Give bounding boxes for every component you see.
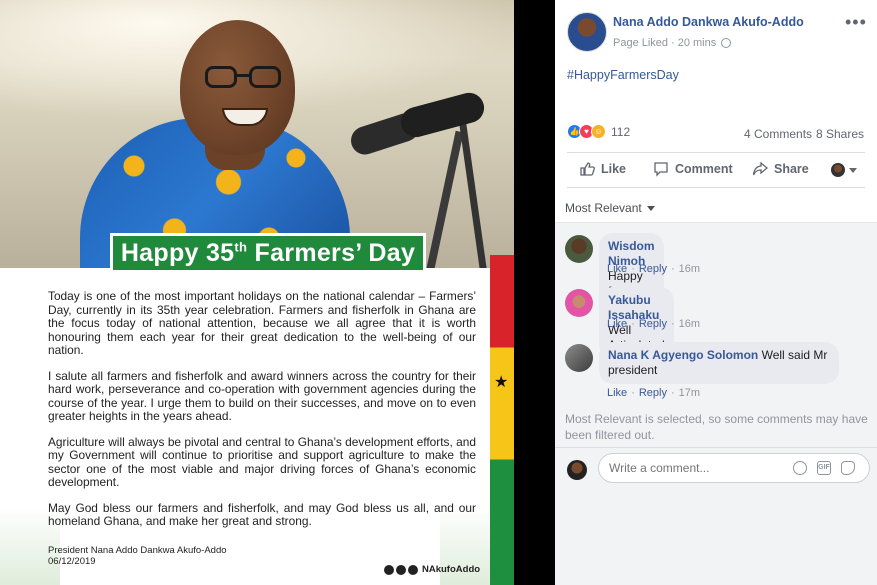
microphone-stand <box>458 120 489 268</box>
glasses-bridge <box>236 74 250 77</box>
comment-like-link[interactable]: Like <box>607 318 627 330</box>
filter-notice: Most Relevant is selected, so some comme… <box>565 412 868 442</box>
comment-bubble: Nana K Agyengo Solomon Well said Mr pres… <box>599 342 839 384</box>
dot-separator: · <box>631 263 635 275</box>
twitter-icon <box>396 564 406 575</box>
page-name-link[interactable]: Nana Addo Dankwa Akufo-Addo <box>613 15 804 29</box>
dot-separator: · <box>631 387 635 399</box>
emoji-icon[interactable] <box>793 461 807 475</box>
statement-paragraph: Today is one of the most important holid… <box>48 289 476 357</box>
gif-icon[interactable]: GIF <box>817 461 831 475</box>
viewer-avatar <box>567 460 587 480</box>
president-photo <box>0 0 514 268</box>
comment-reply-link[interactable]: Reply <box>639 318 667 330</box>
comment-icon <box>654 162 668 177</box>
comment-composer: GIF <box>555 447 877 491</box>
reactions-summary[interactable]: 👍 ♥ ☺ 112 <box>567 124 630 139</box>
comment-reply-link[interactable]: Reply <box>639 387 667 399</box>
comment-label: Comment <box>675 162 733 176</box>
commenter-avatar[interactable] <box>565 289 593 317</box>
page-liked-label[interactable]: Page Liked <box>613 37 668 49</box>
shares-count-link[interactable]: 8 Shares <box>816 127 864 141</box>
dot-separator: · <box>631 318 635 330</box>
comment-like-link[interactable]: Like <box>607 387 627 399</box>
chevron-down-icon <box>849 167 857 173</box>
comment-reply-link[interactable]: Reply <box>639 263 667 275</box>
statement-paragraph: I salute all farmers and fisherfolk and … <box>48 368 476 423</box>
comment-time[interactable]: 16m <box>679 263 700 275</box>
signature-date: 06/12/2019 <box>48 556 96 567</box>
ghana-flag-stripe <box>490 255 514 585</box>
comment-time[interactable]: 16m <box>679 318 700 330</box>
haha-reaction-icon: ☺ <box>591 124 606 139</box>
more-options-button[interactable]: ••• <box>845 12 867 33</box>
share-arrow-icon <box>752 161 768 176</box>
globe-icon <box>721 38 732 48</box>
comment-as-selector[interactable] <box>831 163 857 177</box>
facebook-icon <box>384 564 394 575</box>
meta-separator: · <box>671 37 675 49</box>
share-button[interactable]: Share <box>752 161 809 177</box>
banner-text: Happy 35th Farmers’ Day <box>120 238 416 267</box>
composer-icons: GIF <box>598 453 870 483</box>
sticker-icon[interactable] <box>841 461 855 475</box>
comment-actions: Like · Reply · 17m <box>607 387 700 399</box>
instagram-icon <box>408 564 418 575</box>
reaction-count[interactable]: 112 <box>611 125 630 139</box>
post-sidebar: Nana Addo Dankwa Akufo-Addo Page Liked ·… <box>555 0 877 585</box>
chevron-down-icon <box>646 205 655 211</box>
dot-separator: · <box>670 263 675 275</box>
glasses <box>205 66 285 90</box>
statement-text: Today is one of the most important holid… <box>48 289 476 541</box>
post-timestamp[interactable]: 20 mins <box>678 37 717 49</box>
like-button[interactable]: Like <box>579 161 626 177</box>
microphone-stand <box>424 130 464 268</box>
comment-actions: Like · Reply · 16m <box>607 318 700 330</box>
sort-label: Most Relevant <box>565 201 642 215</box>
signature-block: President Nana Addo Dankwa Akufo-Addo 06… <box>48 545 227 567</box>
viewer-avatar <box>831 163 845 177</box>
comment-sort-dropdown[interactable]: Most Relevant <box>565 201 655 215</box>
glasses-lens-right <box>249 66 281 88</box>
share-label: Share <box>774 162 809 176</box>
like-label: Like <box>601 162 627 176</box>
hashtag-link[interactable]: #HappyFarmersDay <box>567 68 679 82</box>
thumbs-up-icon <box>580 162 595 176</box>
commenter-name[interactable]: Nana K Agyengo Solomon <box>608 348 758 362</box>
comments-section: Wisdom Nimoh Happy farmers day Like · Re… <box>555 222 877 585</box>
social-handle-text: NAkufoAddo <box>422 564 481 575</box>
comment-like-link[interactable]: Like <box>607 263 627 275</box>
statement-paragraph: Agriculture will always be pivotal and c… <box>48 434 476 489</box>
commenter-avatar[interactable] <box>565 235 593 263</box>
statement-paragraph: May God bless our farmers and fisherfolk… <box>48 500 476 528</box>
post-action-bar: Like Comment Share <box>567 152 865 188</box>
black-star-icon: ★ <box>494 374 509 391</box>
post-image[interactable]: Happy 35th Farmers’ Day ★ Today is one o… <box>0 0 514 585</box>
farmers-day-banner: Happy 35th Farmers’ Day <box>110 233 426 273</box>
commenter-avatar[interactable] <box>565 344 593 372</box>
comment-button[interactable]: Comment <box>653 161 733 177</box>
post-meta: Page Liked · 20 mins <box>613 37 732 49</box>
signature-name: President Nana Addo Dankwa Akufo-Addo <box>48 545 227 556</box>
dot-separator: · <box>670 387 675 399</box>
comments-count-link[interactable]: 4 Comments <box>744 127 812 141</box>
comment-time[interactable]: 17m <box>679 387 700 399</box>
page-avatar[interactable] <box>567 12 607 52</box>
comment-actions: Like · Reply · 16m <box>607 263 700 275</box>
dot-separator: · <box>670 318 675 330</box>
social-handle: NAkufoAddo <box>384 564 480 575</box>
glasses-lens-left <box>205 66 237 88</box>
